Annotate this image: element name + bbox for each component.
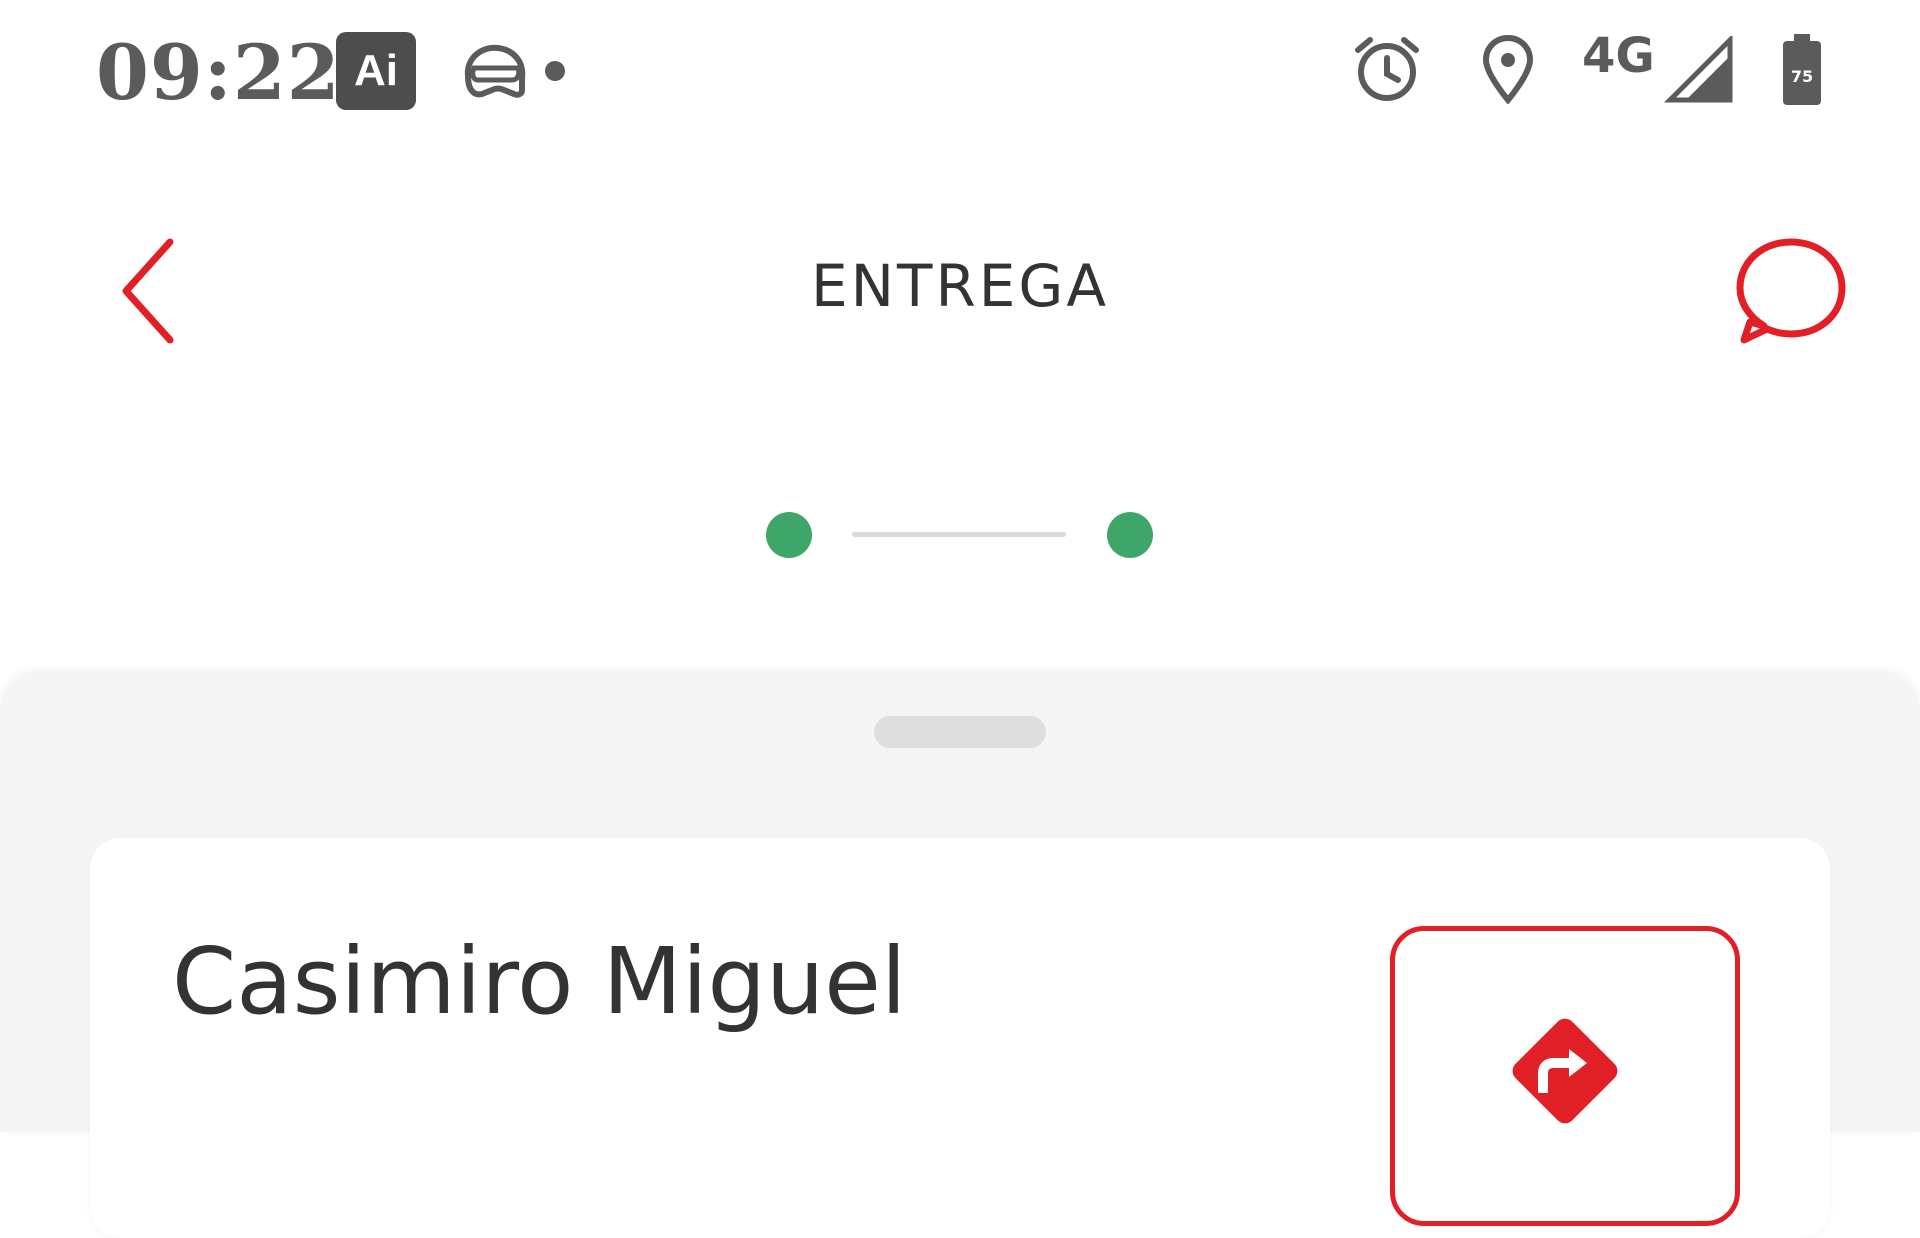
chat-bubble-icon — [1736, 238, 1846, 344]
page-title: ENTREGA — [810, 252, 1110, 320]
location-pin-icon — [1482, 34, 1534, 104]
step-indicator-2 — [1107, 512, 1153, 558]
directions-icon — [1512, 1018, 1618, 1124]
status-bar: 09:22 Ai 4G 75 — [0, 0, 1920, 140]
bottom-sheet[interactable]: Casimiro Miguel — [0, 672, 1920, 1238]
helmet-icon — [464, 44, 526, 98]
customer-name: Casimiro Miguel — [172, 928, 907, 1035]
status-time: 09:22 — [96, 28, 341, 117]
navigate-button[interactable] — [1390, 926, 1740, 1226]
notification-dot-icon — [545, 61, 565, 81]
signal-icon — [1664, 36, 1733, 103]
network-type: 4G — [1582, 28, 1655, 84]
ai-app-icon: Ai — [336, 32, 416, 110]
chat-button[interactable] — [1734, 232, 1848, 346]
delivery-card: Casimiro Miguel — [90, 838, 1830, 1238]
step-indicator-1 — [766, 512, 812, 558]
battery-icon: 75 — [1783, 34, 1821, 105]
alarm-icon — [1355, 37, 1419, 101]
step-connector — [852, 532, 1066, 537]
drag-handle[interactable] — [874, 716, 1046, 748]
battery-level: 75 — [1791, 67, 1813, 86]
